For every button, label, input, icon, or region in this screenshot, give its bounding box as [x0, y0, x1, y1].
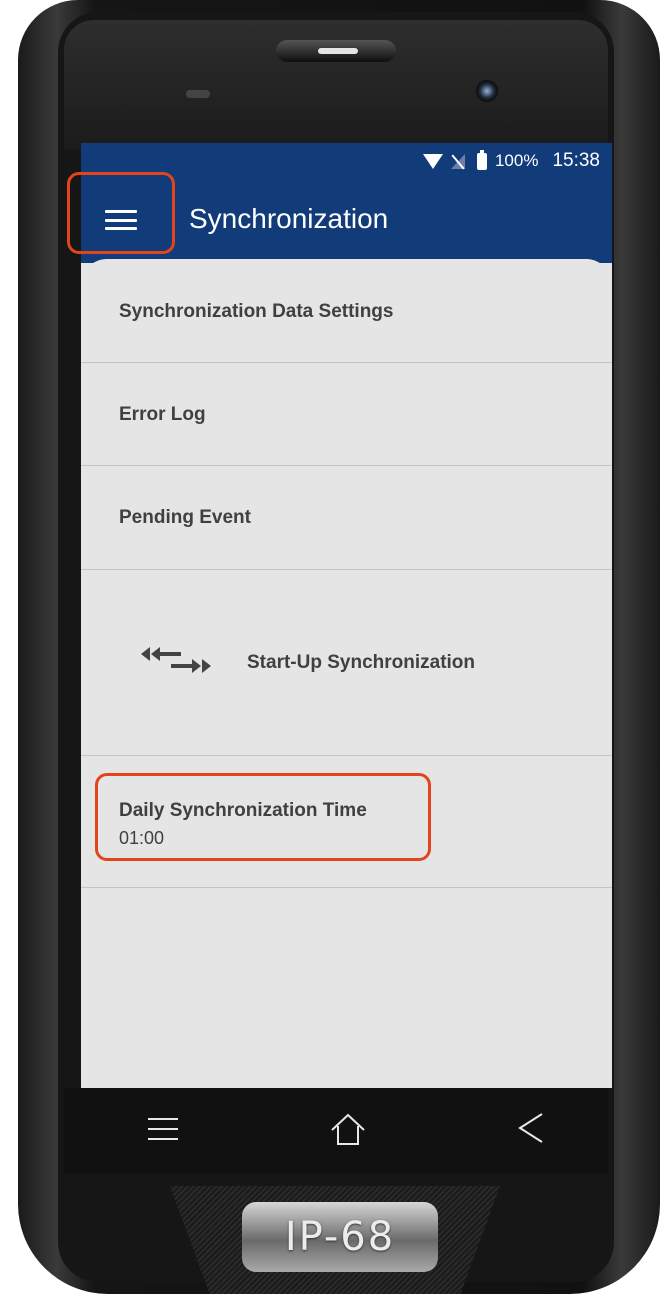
status-icons: 100% 15:38	[422, 149, 600, 173]
list-item-label: Start-Up Synchronization	[247, 652, 476, 673]
home-icon[interactable]	[328, 1110, 368, 1150]
battery-icon	[476, 149, 487, 170]
system-nav-bar	[64, 1088, 608, 1174]
list-item-pending-event[interactable]: Pending Event	[81, 466, 612, 570]
wifi-icon	[422, 153, 443, 169]
no-signal-icon	[450, 153, 465, 170]
settings-list: Synchronization Data Settings Error Log …	[81, 259, 612, 1088]
list-item-label: Pending Event	[119, 507, 251, 528]
earpiece-slot	[318, 48, 358, 54]
list-item-sync-data-settings[interactable]: Synchronization Data Settings	[81, 259, 612, 363]
battery-percent: 100%	[494, 151, 539, 170]
status-time: 15:38	[552, 150, 600, 171]
screen: 100% 15:38 Synchronization Synchronizati…	[81, 143, 612, 1088]
highlight-daily-sync-time	[95, 773, 431, 861]
proximity-sensor	[186, 90, 210, 98]
front-camera	[476, 80, 498, 102]
list-item-label: Synchronization Data Settings	[119, 301, 394, 322]
list-item-label: Error Log	[119, 404, 206, 425]
list-item-startup-sync[interactable]: Start-Up Synchronization	[81, 570, 612, 756]
highlight-menu-button	[67, 172, 175, 254]
nav-menu-icon[interactable]	[148, 1118, 178, 1140]
list-item-error-log[interactable]: Error Log	[81, 363, 612, 466]
ip68-badge: IP-68	[242, 1202, 438, 1272]
page-title: Synchronization	[189, 203, 389, 234]
sync-arrows-icon	[141, 647, 211, 673]
back-icon[interactable]	[516, 1108, 546, 1148]
